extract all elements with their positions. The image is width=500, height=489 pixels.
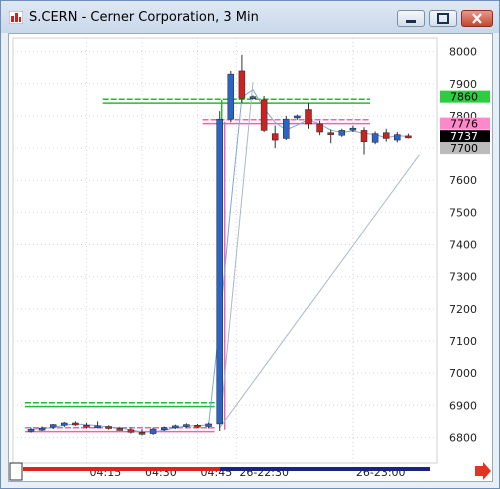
candle-body <box>249 96 257 99</box>
candle-body <box>394 134 401 141</box>
candle-body <box>260 99 268 131</box>
window-title: S.CERN - Cerner Corporation, 3 Min <box>29 10 259 25</box>
candle-body <box>105 426 112 429</box>
y-tick-label: 7900 <box>449 78 477 91</box>
session-bar <box>220 467 430 471</box>
candle-body <box>72 422 79 426</box>
candle-body <box>305 109 312 125</box>
y-tick-label: 7300 <box>449 271 477 284</box>
price-tag-label: 7776 <box>450 118 478 131</box>
candle-body <box>149 428 157 434</box>
candle-body <box>205 423 212 427</box>
candle-body <box>49 424 57 428</box>
candle-body <box>116 428 124 431</box>
candle-body <box>405 135 412 139</box>
y-tick-label: 6900 <box>449 399 477 412</box>
candle-body <box>61 422 68 426</box>
maximize-button[interactable] <box>429 10 457 27</box>
candle-body <box>327 132 334 135</box>
candle-body <box>283 118 290 139</box>
candle-body <box>94 425 101 429</box>
candle-body <box>338 130 346 136</box>
close-button[interactable] <box>461 10 493 27</box>
y-tick-label: 7600 <box>449 174 477 187</box>
y-tick-label: 8000 <box>449 46 477 59</box>
close-icon <box>472 13 482 24</box>
scroll-left-box[interactable] <box>9 462 23 481</box>
candle-body <box>294 115 301 119</box>
y-tick-label: 7100 <box>449 335 477 348</box>
minimize-button[interactable] <box>397 10 425 27</box>
candle-body <box>227 73 235 120</box>
candle-body <box>38 427 46 431</box>
session-bar <box>23 467 220 471</box>
candle-body <box>360 130 368 142</box>
candle-body <box>349 127 357 131</box>
price-tag-label: 7860 <box>450 91 478 104</box>
candle-body <box>382 132 390 139</box>
candle-body <box>172 425 179 429</box>
y-tick-label: 7400 <box>449 239 477 252</box>
candle-body <box>316 123 323 133</box>
chart-icon <box>9 11 23 24</box>
maximize-icon <box>437 13 449 24</box>
y-tick-label: 7500 <box>449 206 477 219</box>
candle-body <box>127 429 135 433</box>
candle-body <box>138 432 146 435</box>
chart-window: S.CERN - Cerner Corporation, 3 Min 8000 7… <box>0 0 500 489</box>
candle-body <box>271 133 279 141</box>
y-tick-label: 7000 <box>449 367 477 380</box>
candle-body <box>216 118 223 425</box>
candle-body <box>160 427 168 431</box>
candle-body <box>83 424 90 428</box>
candle-body <box>238 70 246 99</box>
title-bar[interactable]: S.CERN - Cerner Corporation, 3 Min <box>1 1 499 33</box>
candle-body <box>194 424 201 428</box>
scroll-right-arrow-icon[interactable] <box>475 462 491 480</box>
price-tag-label: 7700 <box>450 142 478 155</box>
minimize-icon <box>406 20 416 23</box>
candle-body <box>183 424 190 427</box>
candle-body <box>371 133 379 143</box>
chart-area[interactable]: 8000790078007700760075007400730072007100… <box>8 33 493 482</box>
y-tick-label: 6800 <box>449 431 477 444</box>
y-tick-label: 7200 <box>449 303 477 316</box>
candle-body <box>27 429 35 432</box>
candlestick-chart: 8000790078007700760075007400730072007100… <box>9 37 491 481</box>
